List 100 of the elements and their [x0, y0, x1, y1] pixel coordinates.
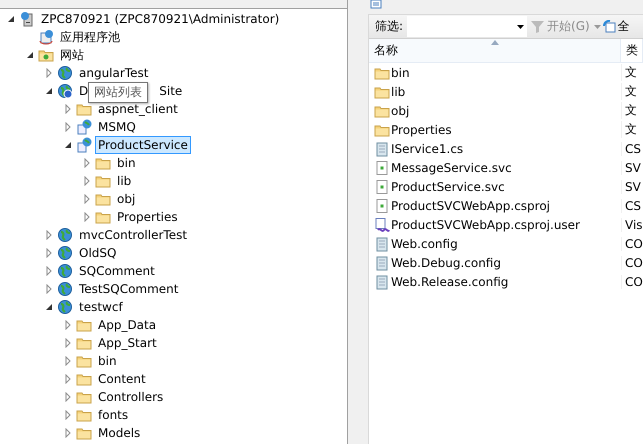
globe-icon: [57, 281, 73, 297]
filter-icon: [531, 20, 544, 33]
file-type: CO: [621, 274, 643, 288]
file-type: 文: [621, 64, 643, 81]
expand-arrow-icon[interactable]: [44, 266, 54, 276]
expand-arrow-icon[interactable]: [63, 122, 73, 132]
tree-item[interactable]: Models: [95, 424, 144, 442]
file-type: CO: [621, 236, 643, 250]
file-icon: [374, 160, 390, 176]
file-type: Vis: [621, 218, 643, 232]
tree-item[interactable]: bin: [95, 352, 120, 370]
tree-item[interactable]: MSMQ: [95, 118, 139, 136]
tree-item[interactable]: SQComment: [76, 262, 158, 280]
app-pool-icon: [38, 29, 54, 45]
file-icon: [374, 178, 390, 194]
expand-arrow-icon[interactable]: [44, 248, 54, 258]
globe-icon: [57, 263, 73, 279]
globe-icon: [57, 227, 73, 243]
collapse-arrow-icon[interactable]: [6, 14, 16, 24]
file-name[interactable]: obj: [391, 104, 410, 118]
globe-help-icon: [57, 83, 73, 99]
expand-arrow-icon[interactable]: [63, 104, 73, 114]
globe-icon: [57, 245, 73, 261]
collapse-arrow-icon[interactable]: [44, 86, 54, 96]
tree-item[interactable]: obj: [114, 190, 138, 208]
tree-item[interactable]: bin: [114, 154, 139, 172]
expand-arrow-icon[interactable]: [63, 356, 73, 366]
tree-item[interactable]: App_Data: [95, 316, 160, 334]
globe-icon: [57, 65, 73, 81]
file-name[interactable]: Web.Debug.config: [391, 256, 501, 270]
tree-item[interactable]: 应用程序池: [57, 28, 123, 46]
file-type: 文: [621, 102, 643, 119]
caret-icon: [594, 24, 601, 28]
expand-arrow-icon[interactable]: [44, 230, 54, 240]
expand-arrow-icon[interactable]: [63, 338, 73, 348]
expand-arrow-icon[interactable]: [63, 392, 73, 402]
file-icon: [374, 198, 390, 214]
sort-arrow-icon: [490, 40, 498, 45]
file-name[interactable]: Web.config: [391, 236, 458, 250]
tooltip: 网站列表: [88, 82, 148, 103]
document-icon: [374, 236, 390, 252]
expand-arrow-icon[interactable]: [82, 194, 92, 204]
tree-item[interactable]: fonts: [95, 406, 132, 424]
expand-arrow-icon[interactable]: [82, 212, 92, 222]
collapse-arrow-icon[interactable]: [63, 140, 73, 150]
tree-item[interactable]: Properties: [114, 208, 181, 226]
show-all-button[interactable]: 全: [600, 18, 630, 35]
tree-item[interactable]: ZPC870921 (ZPC870921\Administrator): [38, 10, 282, 28]
expand-arrow-icon[interactable]: [82, 176, 92, 186]
tree-item[interactable]: TestSQComment: [76, 280, 182, 298]
file-type: 文: [621, 121, 643, 138]
file-type: SV: [621, 160, 643, 174]
expand-arrow-icon[interactable]: [44, 284, 54, 294]
expand-arrow-icon[interactable]: [63, 374, 73, 384]
tree-item[interactable]: testwcf: [76, 298, 126, 316]
tree-item-text: Site: [159, 84, 182, 98]
document-icon: [374, 274, 390, 290]
file-type: CS: [621, 142, 643, 156]
file-name[interactable]: ProductSVCWebApp.csproj.user: [391, 218, 580, 232]
web-app-icon: [76, 137, 92, 153]
file-type: SV: [621, 180, 643, 194]
list-icon: [370, 0, 382, 9]
tree-item[interactable]: ProductService: [95, 136, 191, 154]
collapse-arrow-icon[interactable]: [44, 302, 54, 312]
tree-item[interactable]: aspnet_client: [95, 100, 181, 118]
globe-icon: [57, 299, 73, 315]
file-name[interactable]: lib: [391, 84, 406, 98]
expand-arrow-icon[interactable]: [44, 68, 54, 78]
filter-field[interactable]: [407, 16, 528, 37]
tree-item[interactable]: App_Start: [95, 334, 160, 352]
tree-item[interactable]: OldSQ: [76, 244, 120, 262]
file-name[interactable]: MessageService.svc: [391, 160, 512, 174]
file-name[interactable]: Web.Release.config: [391, 274, 508, 288]
tree-item[interactable]: angularTest: [76, 64, 152, 82]
refresh-icon: [602, 20, 616, 33]
server-icon: [19, 11, 35, 27]
tree-item[interactable]: Controllers: [95, 388, 166, 406]
tree-item[interactable]: Content: [95, 370, 149, 388]
caret-icon: [517, 24, 524, 28]
filter-label: 筛选:: [374, 18, 404, 35]
collapse-arrow-icon[interactable]: [25, 50, 35, 60]
file-name[interactable]: IService1.cs: [391, 142, 464, 156]
expand-arrow-icon[interactable]: [82, 158, 92, 168]
document-icon: [374, 140, 390, 156]
file-type: 文: [621, 83, 643, 100]
tree-item[interactable]: mvcControllerTest: [76, 226, 190, 244]
tree-item[interactable]: 网站: [57, 46, 87, 64]
expand-arrow-icon[interactable]: [63, 320, 73, 330]
document-icon: [374, 254, 390, 270]
file-name[interactable]: ProductService.svc: [391, 180, 505, 194]
file-name[interactable]: ProductSVCWebApp.csproj: [391, 198, 550, 212]
file-name[interactable]: bin: [391, 66, 410, 80]
file-type: CO: [621, 256, 643, 270]
file-type: CS: [621, 198, 643, 212]
file-name[interactable]: Properties: [391, 122, 452, 136]
expand-arrow-icon[interactable]: [63, 410, 73, 420]
tree-item[interactable]: lib: [114, 172, 134, 190]
expand-arrow-icon[interactable]: [63, 428, 73, 438]
visual-studio-file-icon: [374, 216, 390, 232]
column-header[interactable]: 名称: [369, 39, 621, 62]
